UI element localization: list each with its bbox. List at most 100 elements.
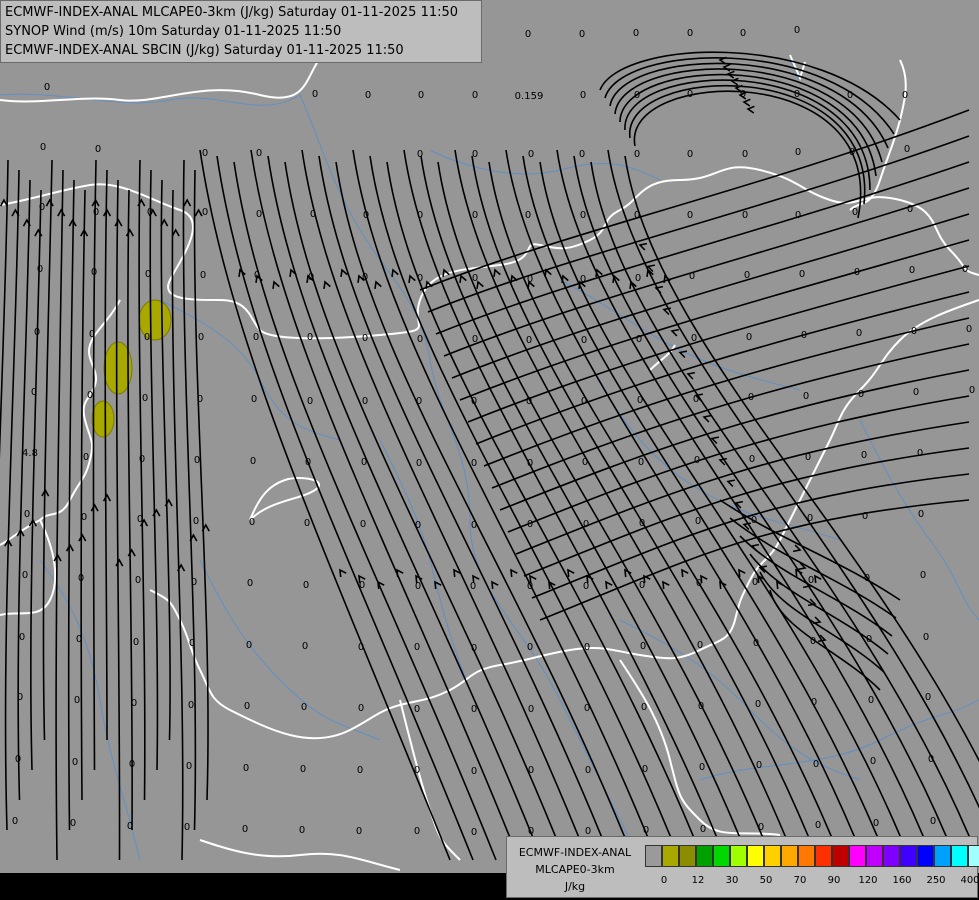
cape-value-label: 0 (299, 825, 305, 836)
cape-value-label: 0 (358, 703, 364, 714)
legend-swatch (815, 845, 832, 867)
cape-value-label: 0 (904, 144, 910, 155)
cape-value-label: 0 (417, 273, 423, 284)
cape-value-label: 0 (307, 332, 313, 343)
cape-value-label: 0 (636, 334, 642, 345)
legend-tick-label: 120 (858, 875, 878, 886)
legend-tick-label: 250 (926, 875, 946, 886)
cape-value-label: 0 (81, 512, 87, 523)
cape-value-label: 0 (194, 455, 200, 466)
cape-value-label: 0 (415, 581, 421, 592)
cape-value-label: 0 (188, 700, 194, 711)
cape-value-label: 0 (917, 448, 923, 459)
cape-value-label: 0 (414, 704, 420, 715)
cape-value-label: 0 (76, 634, 82, 645)
legend-swatch (934, 845, 951, 867)
cape-value-label: 0 (527, 642, 533, 653)
cape-value-label: 0 (527, 274, 533, 285)
cape-value-label: 0 (22, 570, 28, 581)
cape-value-label: 0 (144, 332, 150, 343)
legend-tick-label: 0 (660, 875, 668, 886)
cape-value-label: 0 (928, 754, 934, 765)
cape-value-label: 0 (637, 395, 643, 406)
cape-value-label: 0 (256, 209, 262, 220)
cape-value-label: 0 (584, 642, 590, 653)
cape-value-label: 0 (418, 90, 424, 101)
cape-value-label: 0 (191, 577, 197, 588)
cape-value-label: 0 (962, 264, 968, 275)
cape-value-label: 0 (582, 457, 588, 468)
cape-value-label: 0 (801, 330, 807, 341)
cape-value-label: 0 (471, 766, 477, 777)
cape-value-label: 0 (689, 271, 695, 282)
legend-tick-label: 160 (892, 875, 912, 886)
cape-value-label: 0 (308, 272, 314, 283)
cape-value-label: 0 (250, 456, 256, 467)
cape-value-label: 0 (301, 702, 307, 713)
cape-value-label: 0 (527, 581, 533, 592)
cape-value-label: 0 (740, 28, 746, 39)
cape-value-label: 0 (815, 820, 821, 831)
cape-value-label: 0 (300, 764, 306, 775)
cape-value-label: 0 (700, 824, 706, 835)
cape-value-label: 0 (742, 149, 748, 160)
cape-value-label: 0 (95, 144, 101, 155)
title-box: ECMWF-INDEX-ANAL MLCAPE0-3km (J/kg) Satu… (0, 0, 482, 63)
cape-value-label: 0 (471, 704, 477, 715)
cape-value-label: 0 (254, 270, 260, 281)
cape-value-label: 0 (417, 210, 423, 221)
cape-value-label: 0 (417, 334, 423, 345)
cape-value-label: 0 (251, 394, 257, 405)
cape-value-label: 0 (687, 149, 693, 160)
cape-value-label: 0 (744, 270, 750, 281)
legend-tick-label: 90 (827, 875, 841, 886)
cape-value-label: 0 (528, 149, 534, 160)
cape-value-label: 0 (813, 759, 819, 770)
cape-value-label: 0 (471, 458, 477, 469)
cape-value-label: 0 (472, 149, 478, 160)
cape-value-label: 0 (581, 396, 587, 407)
cape-value-label: 0 (799, 269, 805, 280)
cape-value-label: 0 (742, 210, 748, 221)
cape-value-label: 0 (583, 581, 589, 592)
cape-value-label: 0 (526, 396, 532, 407)
cape-value-label: 0 (794, 25, 800, 36)
cape-value-label: 0 (751, 515, 757, 526)
cape-value-label: 0 (415, 520, 421, 531)
cape-value-label: 0 (302, 641, 308, 652)
legend-tick-label: 12 (691, 875, 705, 886)
legend-tick-label: 50 (759, 875, 773, 886)
cape-value-label: 0 (137, 514, 143, 525)
cape-value-label: 0 (585, 765, 591, 776)
cape-value-label: 0 (253, 332, 259, 343)
cape-value-label: 0 (527, 458, 533, 469)
cape-value-label: 0 (243, 763, 249, 774)
cape-value-label: 0 (70, 818, 76, 829)
cape-value-label: 0 (142, 393, 148, 404)
cape-value-label: 0 (242, 824, 248, 835)
cape-value-label: 0 (748, 392, 754, 403)
cape-value-label: 0 (363, 210, 369, 221)
cape-value-label: 0 (918, 509, 924, 520)
cape-value-label: 0 (471, 827, 477, 838)
cape-value-label: 0 (866, 634, 872, 645)
cape-value-label: 0 (695, 516, 701, 527)
legend-swatch (645, 845, 662, 867)
cape-value-label: 0 (639, 580, 645, 591)
cape-value-label: 0 (581, 335, 587, 346)
cape-value-label: 0 (687, 210, 693, 221)
cape-value-label: 0 (359, 580, 365, 591)
cape-value-label: 0 (691, 333, 697, 344)
cape-value-label: 0 (78, 573, 84, 584)
cape-value-label: 0 (470, 581, 476, 592)
legend-model: ECMWF-INDEX-ANAL (518, 846, 632, 859)
cape-value-label: 0 (640, 641, 646, 652)
cape-value-label: 0 (417, 149, 423, 160)
legend-swatch (781, 845, 798, 867)
cape-value-label: 0 (356, 826, 362, 837)
cape-value-label: 0 (83, 452, 89, 463)
cape-value-label: 0 (133, 637, 139, 648)
cape-value-label: 0 (249, 517, 255, 528)
legend-swatch (968, 845, 979, 867)
cape-value-label: 0 (856, 328, 862, 339)
